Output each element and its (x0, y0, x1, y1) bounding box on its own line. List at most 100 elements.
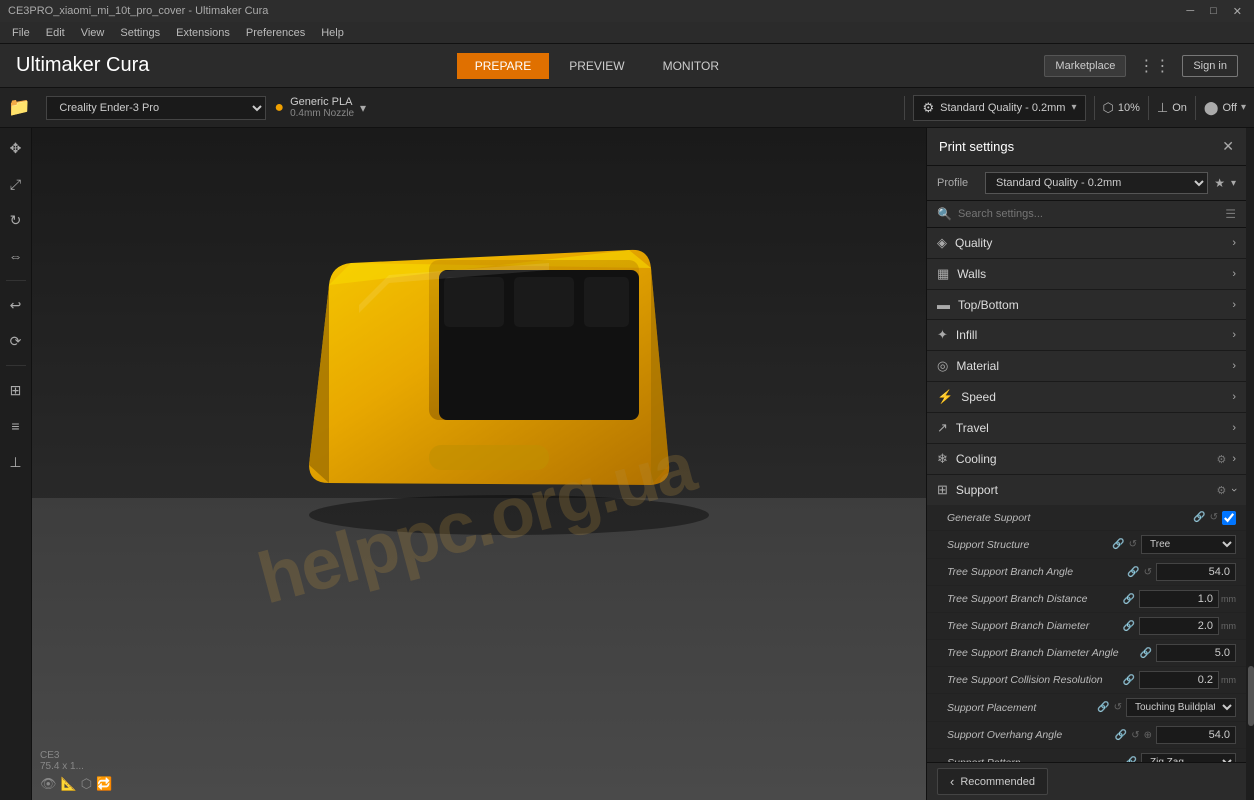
divider-3 (1148, 96, 1149, 120)
favorite-star-icon[interactable]: ★ (1214, 176, 1225, 190)
printer-select[interactable]: Creality Ender-3 Pro (46, 96, 266, 120)
support-placement-refresh-icon[interactable]: ↺ (1114, 702, 1122, 713)
support-structure-select[interactable]: Tree Normal (1141, 535, 1236, 554)
category-cooling-header[interactable]: ❄ Cooling ⚙ › (927, 444, 1246, 474)
branch-dia-angle-icons: 🔗 (1140, 648, 1152, 659)
profile-label: Profile (937, 177, 979, 189)
support-settings-icon[interactable]: ⚙ (1216, 484, 1226, 497)
maximize-button[interactable]: □ (1206, 5, 1221, 18)
speed-icon: ⚡ (937, 389, 953, 405)
generate-support-link-icon[interactable]: 🔗 (1193, 512, 1205, 523)
overhang-extra-icon[interactable]: ⊕ (1144, 730, 1152, 741)
left-toolbar: ✥ ⤢ ↻ ⇔ ↩ ⟳ ⊞ ≡ ⊥ (0, 128, 32, 800)
apps-icon[interactable]: ⋮⋮ (1138, 56, 1170, 76)
generate-support-checkbox[interactable] (1222, 511, 1236, 525)
support-pattern-select[interactable]: Zig Zag Grid Lines (1141, 753, 1236, 762)
scale-tool[interactable]: ⤢ (4, 172, 28, 196)
menu-help[interactable]: Help (313, 25, 352, 41)
branch-diameter-label: Tree Support Branch Diameter (947, 620, 1123, 632)
undo-tool[interactable]: ↩ (4, 293, 28, 317)
support-tool[interactable]: ⊥ (4, 450, 28, 474)
overhang-angle-label: Support Overhang Angle (947, 729, 1115, 741)
view-mode-icon[interactable]: 👁 (40, 776, 57, 792)
print-chevron[interactable]: ▾ (1241, 102, 1246, 113)
main-area: ✥ ⤢ ↻ ⇔ ↩ ⟳ ⊞ ≡ ⊥ (0, 128, 1254, 800)
branch-diameter-link-icon[interactable]: 🔗 (1123, 621, 1135, 632)
profile-dropdown[interactable]: Standard Quality - 0.2mm (985, 172, 1208, 194)
branch-angle-input[interactable] (1156, 563, 1236, 581)
branch-angle-icons: 🔗 ↺ (1127, 567, 1152, 578)
category-support-header[interactable]: ⊞ Support ⚙ › (927, 475, 1246, 505)
mirror-tool[interactable]: ⇔ (4, 244, 28, 268)
settings-close-button[interactable]: ✕ (1222, 138, 1234, 155)
minimize-button[interactable]: ─ (1182, 5, 1198, 18)
recommended-button[interactable]: ‹ Recommended (937, 768, 1048, 795)
scrollbar-track[interactable] (1246, 128, 1254, 800)
category-speed-header[interactable]: ⚡ Speed › (927, 382, 1246, 412)
branch-dia-angle-link-icon[interactable]: 🔗 (1140, 648, 1152, 659)
menu-file[interactable]: File (4, 25, 38, 41)
redo-tool[interactable]: ⟳ (4, 329, 28, 353)
support-placement-link-icon[interactable]: 🔗 (1097, 702, 1109, 713)
obj-icon-1[interactable]: 📐 (61, 776, 77, 792)
material-area: ● Generic PLA 0.4mm Nozzle ▾ (274, 96, 896, 119)
align-tool[interactable]: ≡ (4, 414, 28, 438)
menu-view[interactable]: View (73, 25, 113, 41)
branch-angle-refresh-icon[interactable]: ↺ (1144, 567, 1152, 578)
support-structure-link-icon[interactable]: 🔗 (1112, 539, 1124, 550)
monitor-tab[interactable]: MONITOR (645, 53, 737, 79)
print-area: ⬤ Off ▾ (1204, 100, 1246, 116)
menu-preferences[interactable]: Preferences (238, 25, 313, 41)
support-placement-select[interactable]: Touching Buildplate Everywhere (1126, 698, 1236, 717)
overhang-link-icon[interactable]: 🔗 (1115, 730, 1127, 741)
preview-tab[interactable]: PREVIEW (551, 53, 642, 79)
setting-support-placement: Support Placement 🔗 ↺ Touching Buildplat… (927, 694, 1246, 722)
overhang-angle-input[interactable] (1156, 726, 1236, 744)
collision-res-input[interactable] (1139, 671, 1219, 689)
profile-expand-icon[interactable]: ▾ (1231, 178, 1236, 189)
branch-distance-link-icon[interactable]: 🔗 (1123, 594, 1135, 605)
branch-dia-angle-input[interactable] (1156, 644, 1236, 662)
category-cooling: ❄ Cooling ⚙ › (927, 444, 1246, 475)
menu-extensions[interactable]: Extensions (168, 25, 238, 41)
collision-res-link-icon[interactable]: 🔗 (1123, 675, 1135, 686)
branch-distance-input[interactable] (1139, 590, 1219, 608)
menu-settings[interactable]: Settings (112, 25, 168, 41)
move-tool[interactable]: ✥ (4, 136, 28, 160)
topbottom-chevron-icon: › (1232, 299, 1236, 311)
prepare-tab[interactable]: PREPARE (457, 53, 549, 79)
material-chevron[interactable]: ▾ (360, 101, 366, 115)
category-infill-header[interactable]: ✦ Infill › (927, 320, 1246, 350)
setting-overhang-angle: Support Overhang Angle 🔗 ↺ ⊕ (927, 722, 1246, 749)
profile-selector[interactable]: ⚙ Standard Quality - 0.2mm ▾ (913, 95, 1085, 121)
category-material-header[interactable]: ◎ Material › (927, 351, 1246, 381)
infill-icon: ⬡ (1103, 100, 1114, 116)
filter-menu-icon[interactable]: ☰ (1225, 207, 1236, 221)
group-tool[interactable]: ⊞ (4, 378, 28, 402)
overhang-refresh-icon[interactable]: ↺ (1131, 730, 1139, 741)
category-topbottom-header[interactable]: ▬ Top/Bottom › (927, 290, 1246, 319)
marketplace-button[interactable]: Marketplace (1044, 55, 1126, 77)
branch-diameter-input[interactable] (1139, 617, 1219, 635)
search-input[interactable] (958, 208, 1219, 220)
close-button[interactable]: ✕ (1229, 5, 1246, 18)
nozzle-icon: ● (274, 99, 284, 117)
scrollbar-thumb[interactable] (1248, 666, 1254, 726)
category-walls-header[interactable]: ▦ Walls › (927, 259, 1246, 289)
obj-icon-2[interactable]: ⬡ (81, 776, 92, 792)
menu-edit[interactable]: Edit (38, 25, 73, 41)
obj-icon-3[interactable]: 🔁 (96, 776, 112, 792)
viewport[interactable]: helppc.org.ua CE3 75.4 x 1... 👁 📐 ⬡ 🔁 (32, 128, 926, 800)
logo-text: Ultimaker Cura (16, 54, 149, 77)
open-folder-icon[interactable]: 📁 (8, 97, 30, 118)
cooling-settings-icon[interactable]: ⚙ (1216, 453, 1226, 466)
category-travel-header[interactable]: ↗ Travel › (927, 413, 1246, 443)
toolbar-right: Marketplace ⋮⋮ Sign in (1044, 55, 1238, 77)
branch-angle-link-icon[interactable]: 🔗 (1127, 567, 1139, 578)
rotate-tool[interactable]: ↻ (4, 208, 28, 232)
support-structure-refresh-icon[interactable]: ↺ (1129, 539, 1137, 550)
search-icon: 🔍 (937, 207, 952, 221)
signin-button[interactable]: Sign in (1182, 55, 1238, 77)
generate-support-refresh-icon[interactable]: ↺ (1210, 512, 1218, 523)
category-quality-header[interactable]: ◈ Quality › (927, 228, 1246, 258)
